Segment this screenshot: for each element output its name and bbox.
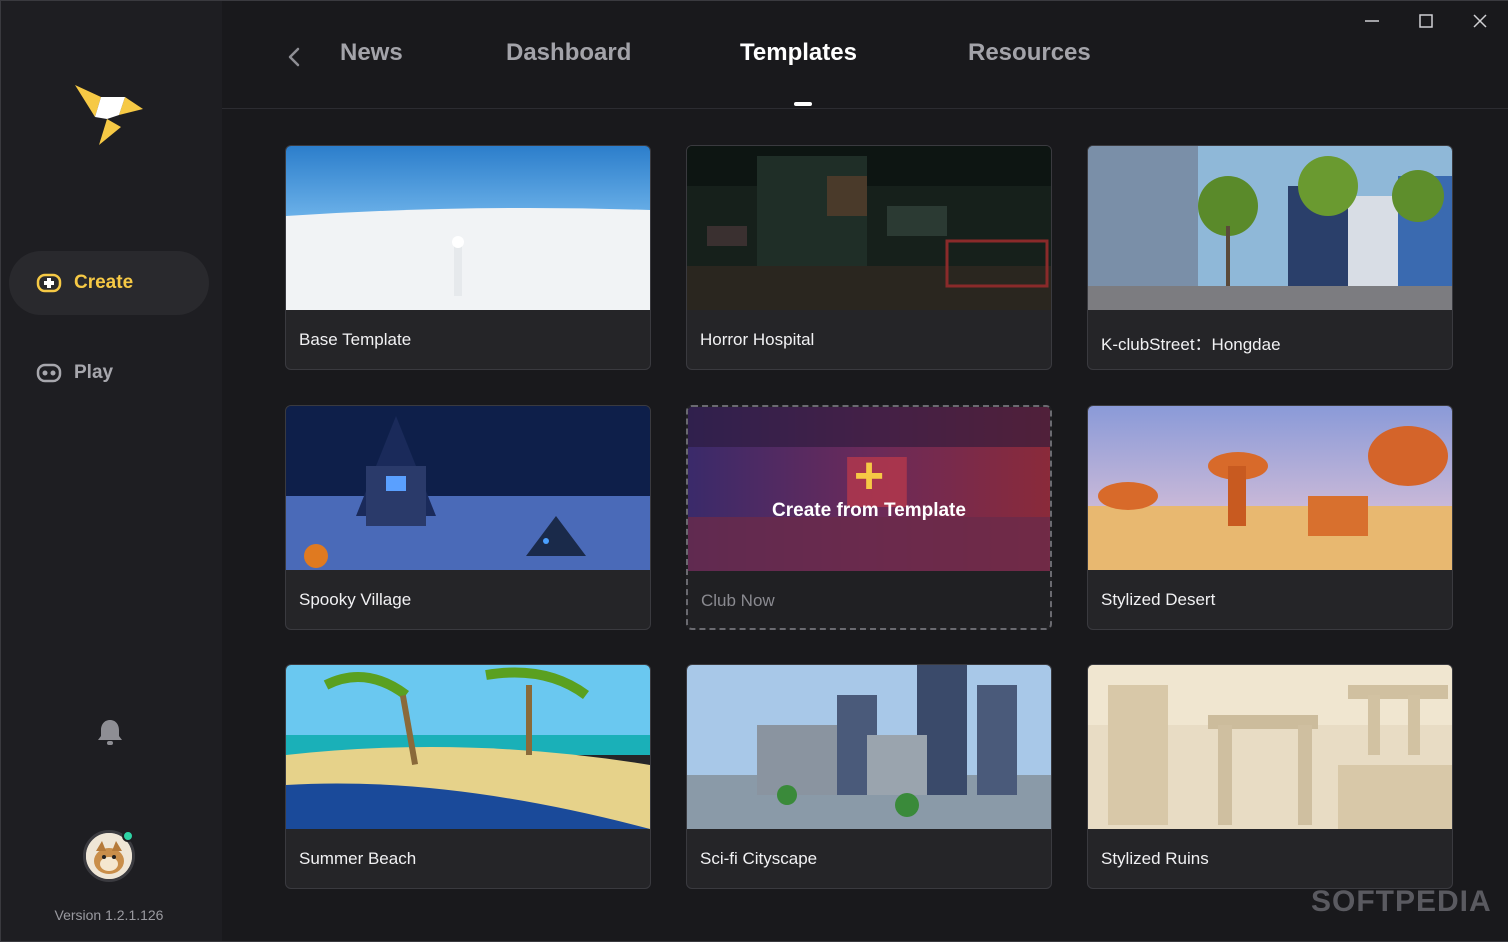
tab-dashboard[interactable]: Dashboard [506,39,631,67]
template-card-sci-fi-cityscape[interactable]: Sci-fi Cityscape [686,664,1052,889]
template-card-stylized-desert[interactable]: Stylized Desert [1087,405,1453,630]
template-card-base-template[interactable]: Base Template [285,145,651,370]
template-thumbnail [1088,146,1452,310]
template-name: K-clubStreet：Hongdae [1101,335,1281,354]
template-name: Summer Beach [299,849,417,868]
template-thumbnail [286,146,650,310]
sidebar-item-label: Create [74,272,134,293]
sidebar-item-play[interactable]: Play [9,341,209,405]
top-navigation: News Dashboard Templates Resources [222,1,1508,109]
app-logo [75,85,143,145]
template-card-summer-beach[interactable]: Summer Beach [285,664,651,889]
template-name: Club Now [701,591,775,610]
back-chevron-icon[interactable] [284,45,304,69]
template-name: Sci-fi Cityscape [700,849,818,868]
create-from-template-overlay[interactable]: + Create from Template [688,407,1050,571]
template-card-horror-hospital[interactable]: Horror Hospital [686,145,1052,370]
main-panel: News Dashboard Templates Resources Base … [222,1,1508,941]
template-thumbnail [1088,406,1452,570]
gamepad-icon [36,363,62,383]
watermark: SOFTPEDIA [1311,885,1492,918]
sidebar: Create Play Version 1.2.1.126 [1,1,222,941]
template-card-club-now[interactable]: + Create from Template Club Now [686,405,1052,630]
template-name: Base Template [299,330,412,349]
version-label: Version 1.2.1.126 [54,907,164,923]
create-from-template-button[interactable]: Create from Template [772,500,966,522]
app-window: Create Play Version 1.2.1.126 News Dashb… [0,0,1508,942]
sidebar-item-create[interactable]: Create [9,251,209,315]
minimize-icon[interactable] [1360,11,1384,31]
template-card-k-clubstreet-hongdae[interactable]: K-clubStreet：Hongdae [1087,145,1453,370]
maximize-icon[interactable] [1414,11,1438,31]
sidebar-item-label: Play [74,362,114,383]
plus-icon: + [853,447,885,505]
template-name: Stylized Desert [1101,590,1216,609]
tab-news[interactable]: News [340,39,403,67]
template-thumbnail [687,146,1051,310]
close-icon[interactable] [1468,11,1492,31]
template-thumbnail [687,665,1051,829]
template-name: Horror Hospital [700,330,815,349]
template-thumbnail [1088,665,1452,829]
template-thumbnail [286,406,650,570]
notification-bell-icon[interactable] [96,717,124,747]
template-card-stylized-ruins[interactable]: Stylized Ruins [1087,664,1453,889]
gamepad-plus-icon [36,273,62,293]
template-name: Spooky Village [299,590,412,609]
template-card-spooky-village[interactable]: Spooky Village [285,405,651,630]
tab-templates[interactable]: Templates [740,39,857,67]
template-name: Stylized Ruins [1101,849,1209,868]
tab-resources[interactable]: Resources [968,39,1091,67]
active-tab-indicator [794,102,812,106]
template-thumbnail [286,665,650,829]
online-status-dot [122,830,134,842]
